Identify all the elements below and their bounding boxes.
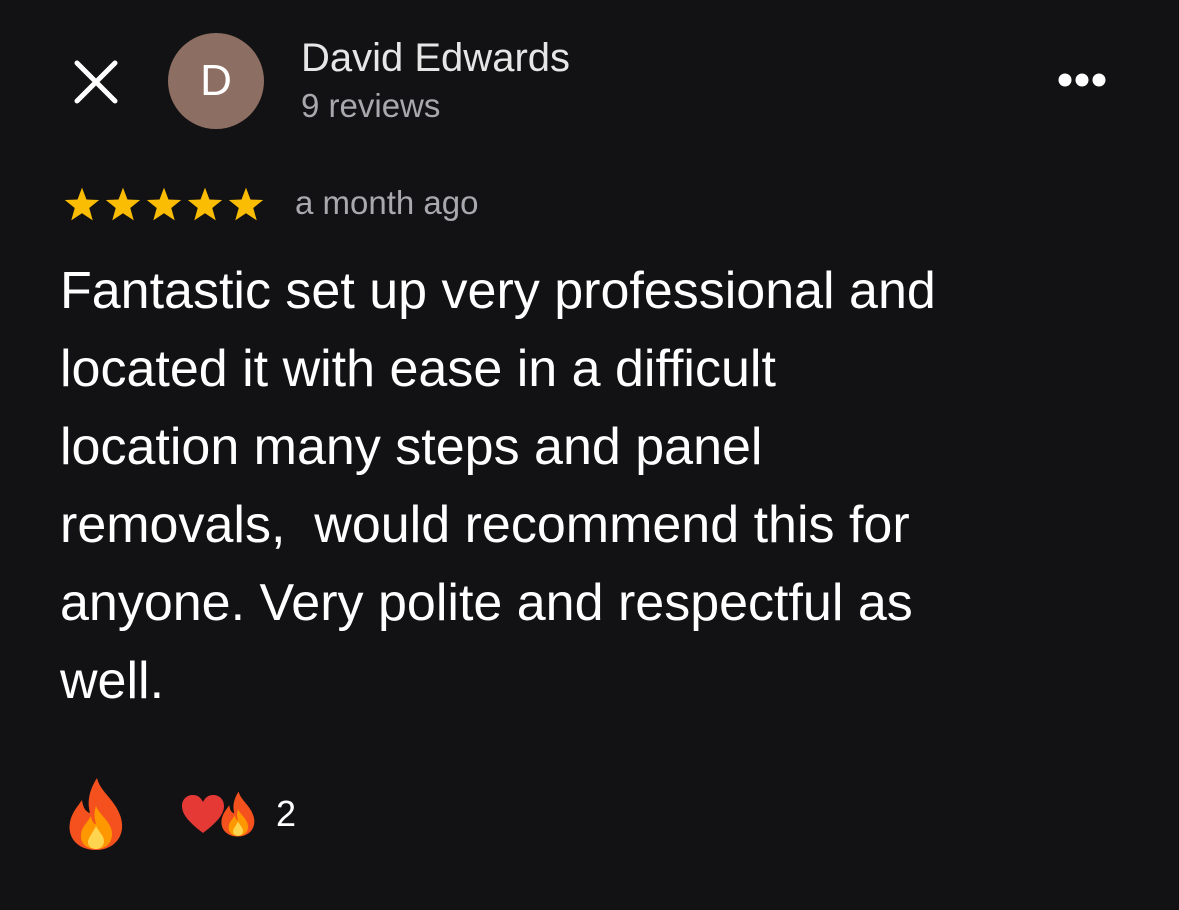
- review-date: a month ago: [295, 184, 479, 221]
- star-icon: [226, 186, 266, 224]
- reaction-count: 2: [276, 793, 297, 834]
- fire-icon: [69, 778, 123, 850]
- more-options-button[interactable]: [1052, 62, 1112, 98]
- avatar-initial: D: [200, 56, 232, 105]
- avatar[interactable]: D: [168, 33, 264, 129]
- add-reaction-button[interactable]: [64, 776, 128, 852]
- reviewer-name[interactable]: David Edwards: [301, 36, 570, 81]
- close-button[interactable]: [68, 54, 124, 110]
- star-icon: [62, 186, 102, 224]
- more-horizontal-icon: [1058, 73, 1106, 87]
- close-icon: [74, 60, 118, 104]
- star-icon: [103, 186, 143, 224]
- fire-icon: [218, 790, 258, 838]
- review-text: Fantastic set up very professional and l…: [60, 262, 936, 710]
- reaction-summary[interactable]: 2: [180, 786, 296, 842]
- review-count: 9 reviews: [301, 87, 441, 124]
- star-rating: [62, 186, 266, 224]
- star-icon: [144, 186, 184, 224]
- star-icon: [185, 186, 225, 224]
